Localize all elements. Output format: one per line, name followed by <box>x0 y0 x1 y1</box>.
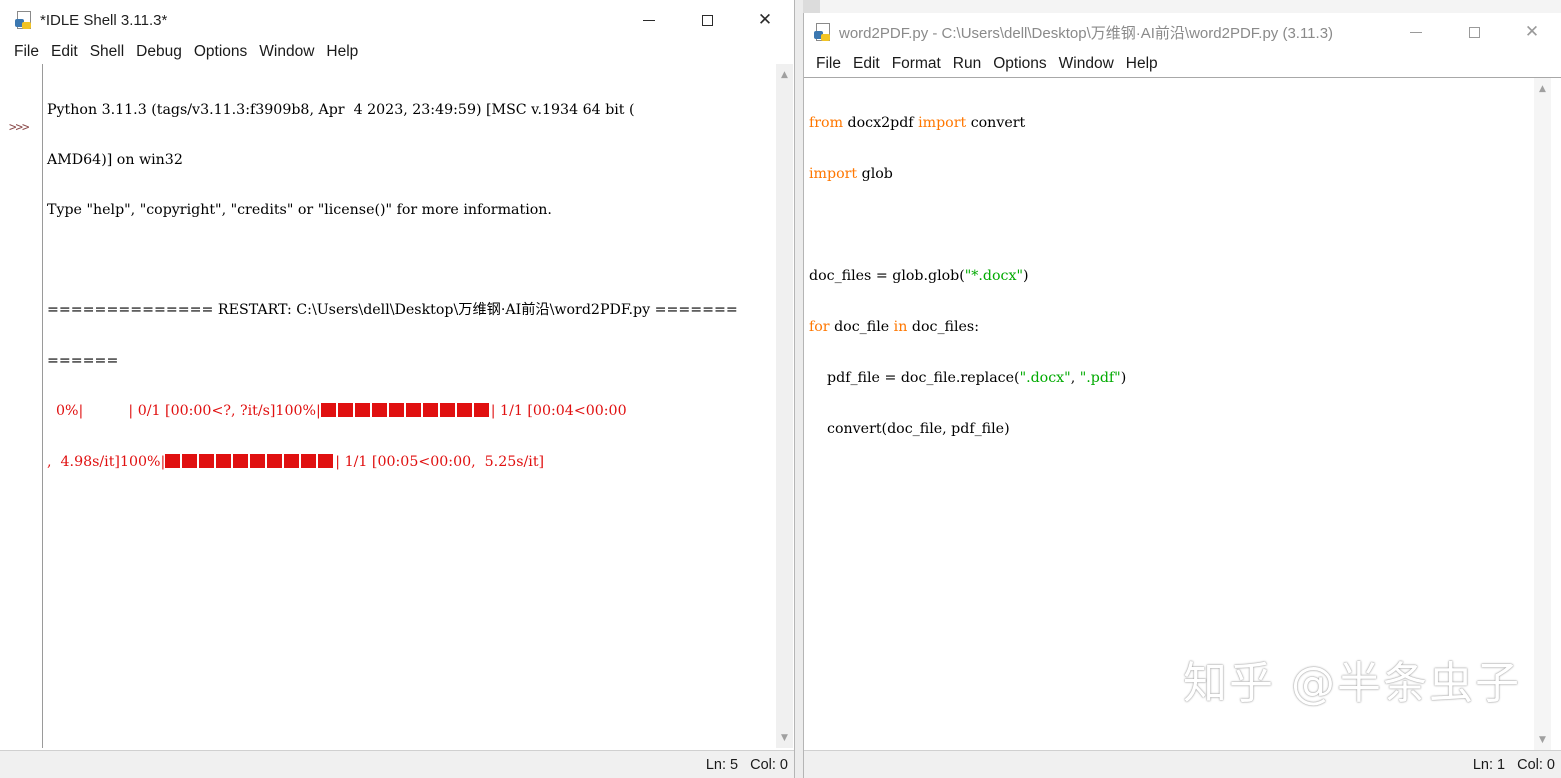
minimize-icon <box>1410 31 1422 33</box>
keyword: from <box>809 115 844 131</box>
scroll-down-icon[interactable]: ▼ <box>776 729 793 746</box>
keyword: in <box>893 319 908 335</box>
menu-file[interactable]: File <box>8 43 45 61</box>
keyword: for <box>809 319 830 335</box>
menu-edit[interactable]: Edit <box>45 43 84 61</box>
string-literal: ".pdf" <box>1079 370 1121 386</box>
column-indicator: Col: 0 <box>750 756 788 773</box>
code-token: doc_files: <box>907 319 979 335</box>
code-token: pdf_file = doc_file.replace( <box>809 370 1020 386</box>
watermark: 知乎 @半条虫子 <box>1183 658 1521 709</box>
shell-output-area[interactable]: >>> Python 3.11.3 (tags/v3.11.3:f3909b8,… <box>6 64 795 750</box>
keyword: import <box>809 166 858 182</box>
shell-titlebar[interactable]: *IDLE Shell 3.11.3* ✕ <box>0 0 794 40</box>
menu-format[interactable]: Format <box>886 55 947 73</box>
code-token: docx2pdf <box>843 115 919 131</box>
close-button[interactable]: ✕ <box>1503 13 1561 51</box>
code-line: for doc_file in doc_files: <box>809 319 1126 336</box>
code-token: ) <box>1120 370 1127 386</box>
menu-help[interactable]: Help <box>320 43 364 61</box>
menu-window[interactable]: Window <box>253 43 320 61</box>
progress-bar <box>165 453 335 470</box>
line-indicator: Ln: 5 <box>705 756 739 773</box>
string-literal: ".docx" <box>1019 370 1071 386</box>
desktop: *IDLE Shell 3.11.3* ✕ File Edit Shell De… <box>0 0 1561 778</box>
code-line: doc_files = glob.glob("*.docx") <box>809 268 1126 285</box>
shell-console-text[interactable]: Python 3.11.3 (tags/v3.11.3:f3909b8, Apr… <box>47 68 775 504</box>
menu-options[interactable]: Options <box>188 43 253 61</box>
progress-bar <box>320 403 491 419</box>
line-indicator: Ln: 1 <box>1472 756 1506 773</box>
shell-window-title: *IDLE Shell 3.11.3* <box>40 11 168 29</box>
console-line: Type "help", "copyright", "credits" or "… <box>47 202 552 219</box>
shell-prompt: >>> <box>9 119 30 134</box>
menu-run[interactable]: Run <box>947 55 987 73</box>
menu-file[interactable]: File <box>810 55 847 73</box>
progress-line-1: 0%| | 0/1 [00:00<?, ?it/s]100%| | 1/1 [00… <box>47 403 775 420</box>
console-line: Python 3.11.3 (tags/v3.11.3:f3909b8, Apr… <box>47 101 635 118</box>
maximize-button[interactable] <box>1445 13 1503 51</box>
editor-window[interactable]: word2PDF.py - C:\Users\dell\Desktop\万维钢·… <box>803 13 1561 778</box>
menu-edit[interactable]: Edit <box>847 55 886 73</box>
shell-scrollbar[interactable]: ▲ ▼ <box>776 64 793 748</box>
scroll-up-icon[interactable]: ▲ <box>776 66 793 83</box>
editor-titlebar[interactable]: word2PDF.py - C:\Users\dell\Desktop\万维钢·… <box>804 13 1561 51</box>
maximize-button[interactable] <box>678 0 736 40</box>
close-icon: ✕ <box>757 10 773 30</box>
shell-menubar: File Edit Shell Debug Options Window Hel… <box>0 40 794 64</box>
source-code[interactable]: from docx2pdf import convert import glob… <box>809 81 1126 472</box>
code-line: from docx2pdf import convert <box>809 115 1126 132</box>
code-line: pdf_file = doc_file.replace(".docx", ".p… <box>809 370 1126 387</box>
idle-shell-window[interactable]: *IDLE Shell 3.11.3* ✕ File Edit Shell De… <box>0 0 795 778</box>
background-window-strip <box>820 0 1561 13</box>
minimize-button[interactable] <box>620 0 678 40</box>
column-indicator: Col: 0 <box>1517 756 1555 773</box>
editor-statusbar: Ln: 1 Col: 0 <box>804 750 1561 778</box>
code-token: ) <box>1023 268 1029 284</box>
close-icon: ✕ <box>1524 22 1540 42</box>
keyword: import <box>918 115 967 131</box>
restart-banner: ============== RESTART: C:\Users\dell\De… <box>47 302 738 319</box>
code-line: convert(doc_file, pdf_file) <box>809 421 1010 437</box>
scroll-down-icon[interactable]: ▼ <box>1534 731 1551 748</box>
code-editor-area[interactable]: from docx2pdf import convert import glob… <box>804 77 1561 751</box>
maximize-icon <box>1468 26 1480 38</box>
editor-menubar: File Edit Format Run Options Window Help <box>804 51 1561 77</box>
python-idle-icon <box>814 23 832 41</box>
code-token: , <box>1070 370 1080 386</box>
shell-statusbar: Ln: 5 Col: 0 <box>0 750 794 778</box>
close-button[interactable]: ✕ <box>736 0 794 40</box>
code-token: glob <box>857 166 893 182</box>
menu-debug[interactable]: Debug <box>130 43 188 61</box>
editor-window-controls: ✕ <box>1387 13 1561 51</box>
progress-line-2: , 4.98s/it]100%| | 1/1 [00:05<00:00, 5.25… <box>47 453 775 471</box>
editor-scrollbar[interactable]: ▲ ▼ <box>1534 78 1551 750</box>
python-idle-icon <box>15 11 33 29</box>
scroll-up-icon[interactable]: ▲ <box>1534 80 1551 97</box>
minimize-button[interactable] <box>1387 13 1445 51</box>
minimize-icon <box>643 19 655 21</box>
progress-text: | 1/1 [00:05<00:00, 5.25s/it] <box>335 453 545 470</box>
code-token: doc_file <box>829 319 894 335</box>
console-line: AMD64)] on win32 <box>47 151 183 168</box>
menu-options[interactable]: Options <box>987 55 1052 73</box>
progress-text: , 4.98s/it]100%| <box>47 453 166 470</box>
maximize-icon <box>701 14 713 26</box>
code-token: convert <box>966 115 1026 131</box>
code-line: import glob <box>809 166 1126 183</box>
code-token: doc_files = glob.glob( <box>809 268 965 284</box>
progress-text: | 1/1 [00:04<00:00 <box>490 403 627 420</box>
menu-help[interactable]: Help <box>1120 55 1164 73</box>
menu-window[interactable]: Window <box>1053 55 1120 73</box>
restart-banner-cont: ====== <box>47 352 119 369</box>
editor-window-title: word2PDF.py - C:\Users\dell\Desktop\万维钢·… <box>839 24 1334 42</box>
shell-window-controls: ✕ <box>620 0 794 40</box>
progress-text: 0%| | 0/1 [00:00<?, ?it/s]100%| <box>47 403 321 420</box>
shell-prompt-sidebar: >>> <box>6 64 43 748</box>
menu-shell[interactable]: Shell <box>84 43 130 61</box>
window-gap <box>795 0 803 778</box>
string-literal: "*.docx" <box>964 268 1024 284</box>
